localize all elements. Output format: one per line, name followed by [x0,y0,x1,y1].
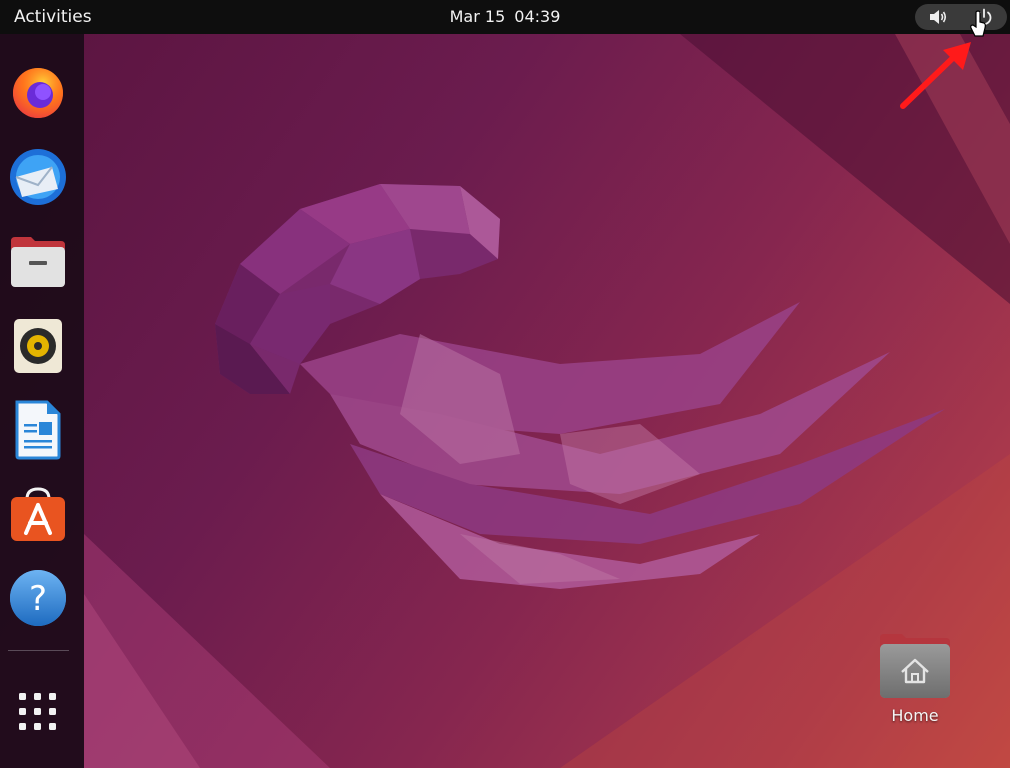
date-text: Mar 15 [449,7,506,26]
activities-button[interactable]: Activities [14,7,92,27]
dock-item-writer[interactable] [6,398,70,462]
system-tray[interactable] [915,4,1007,30]
desktop-icon-label: Home [891,706,939,725]
help-icon: ? [10,570,66,626]
date-time-button[interactable]: Mar 15 04:39 [450,7,561,26]
desktop-background [0,34,1010,768]
dock: ? [0,34,84,768]
dock-item-files[interactable] [6,230,70,294]
rhythmbox-icon [14,319,62,373]
dock-separator [8,650,69,651]
svg-text:?: ? [29,579,47,619]
dock-item-thunderbird[interactable] [6,145,70,209]
thunderbird-icon [10,149,66,205]
annotation-arrow-icon [900,42,971,109]
firefox-icon [13,68,63,118]
speaker-icon[interactable] [928,8,948,26]
dock-item-rhythmbox[interactable] [6,314,70,378]
dock-item-firefox[interactable] [6,60,70,124]
app-grid-icon [19,693,56,730]
home-folder-icon [880,634,950,698]
writer-icon [15,400,61,460]
top-bar: Activities Mar 15 04:39 [0,0,1010,34]
show-apps-button[interactable] [6,680,70,744]
jellyfish-wallpaper [84,34,1010,768]
dock-item-software[interactable] [6,482,70,546]
software-icon [11,487,65,541]
dock-item-help[interactable]: ? [6,566,70,630]
desktop-icon-home[interactable]: Home [864,632,966,742]
time-text: 04:39 [514,7,561,26]
files-icon [11,237,65,287]
mouse-cursor-icon [970,10,986,37]
clock: Mar 15 04:39 [0,7,1010,26]
